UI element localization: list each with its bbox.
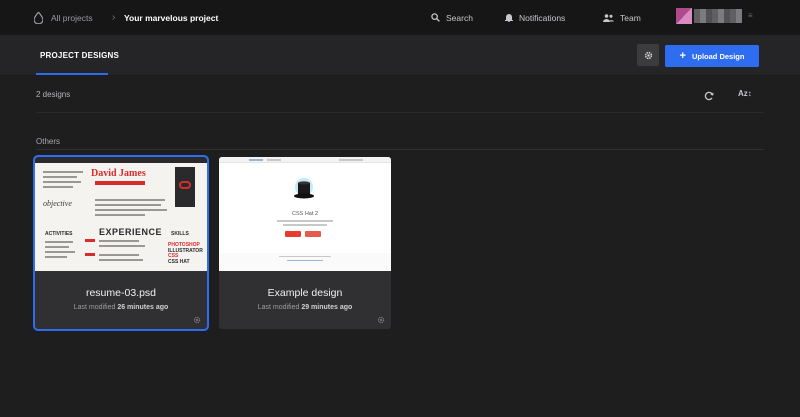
- gear-icon: [193, 316, 201, 324]
- hat-icon: [294, 178, 314, 199]
- nav-notifications[interactable]: Notifications: [505, 0, 565, 35]
- design-settings-button[interactable]: [377, 311, 385, 329]
- tab-project-designs[interactable]: PROJECT DESIGNS: [40, 35, 119, 75]
- nav-search-label: Search: [446, 12, 473, 23]
- plus-icon: +: [679, 50, 686, 62]
- design-card-resume[interactable]: David James objective EXPERIENCE ACTIVIT…: [33, 155, 209, 331]
- upload-design-label: Upload Design: [691, 51, 745, 61]
- design-settings-button[interactable]: [193, 311, 201, 329]
- bell-icon: [505, 14, 513, 22]
- breadcrumb-separator-icon: ›: [112, 12, 116, 23]
- search-icon: [431, 13, 440, 22]
- design-count: 2 designs: [36, 90, 71, 99]
- team-icon: [603, 13, 614, 22]
- settings-button[interactable]: [637, 44, 659, 66]
- nav-notifications-label: Notifications: [519, 12, 566, 23]
- nav-search[interactable]: Search: [431, 0, 473, 35]
- sub-header: PROJECT DESIGNS + Upload Design: [0, 35, 800, 76]
- sort-button[interactable]: Az↕: [738, 89, 752, 98]
- design-card-example[interactable]: CSS Hat 2 Example design Last modified 2…: [219, 157, 391, 329]
- thumbnail-skills: SKILLS: [171, 231, 189, 237]
- thumbnail-objective: objective: [43, 199, 72, 208]
- modified-prefix: Last modified: [257, 304, 300, 311]
- modified-time: 26 minutes ago: [117, 304, 169, 311]
- modified-prefix: Last modified: [73, 304, 116, 311]
- design-thumbnail[interactable]: CSS Hat 2: [219, 157, 391, 271]
- divider: [36, 112, 764, 113]
- top-bar: All projects › Your marvelous project Se…: [0, 0, 800, 35]
- upload-design-button[interactable]: + Upload Design: [665, 45, 759, 67]
- design-modified: Last modified 26 minutes ago: [35, 304, 207, 311]
- refresh-icon: [704, 91, 714, 101]
- design-thumbnail[interactable]: David James objective EXPERIENCE ACTIVIT…: [35, 157, 207, 271]
- nav-team-label: Team: [620, 12, 641, 23]
- nav-team[interactable]: Team: [603, 0, 641, 35]
- thumbnail-title: David James: [91, 168, 146, 179]
- design-modified: Last modified 29 minutes ago: [219, 304, 391, 311]
- drop-icon: [34, 11, 43, 24]
- section-title-others: Others: [36, 137, 61, 146]
- breadcrumb-all-projects[interactable]: All projects: [34, 0, 93, 35]
- refresh-button[interactable]: [704, 88, 714, 106]
- thumbnail-title: CSS Hat 2: [292, 211, 318, 217]
- thumbnail-experience: EXPERIENCE: [99, 227, 163, 237]
- avatar[interactable]: [676, 8, 692, 24]
- gear-icon: [377, 316, 385, 324]
- section-divider: [36, 149, 764, 150]
- thumbnail-skill: CSS HAT: [168, 258, 190, 265]
- menu-icon[interactable]: ≡: [748, 11, 755, 21]
- user-name-blurred[interactable]: [694, 9, 742, 23]
- design-name[interactable]: resume-03.psd: [35, 287, 207, 299]
- tab-active-indicator: [36, 73, 108, 75]
- design-name[interactable]: Example design: [219, 287, 391, 299]
- gear-icon: [644, 51, 652, 59]
- breadcrumb-project-name: Your marvelous project: [124, 12, 219, 23]
- thumbnail-activities: ACTIVITIES: [45, 231, 73, 237]
- modified-time: 29 minutes ago: [301, 304, 353, 311]
- breadcrumb-all-projects-label: All projects: [51, 12, 93, 23]
